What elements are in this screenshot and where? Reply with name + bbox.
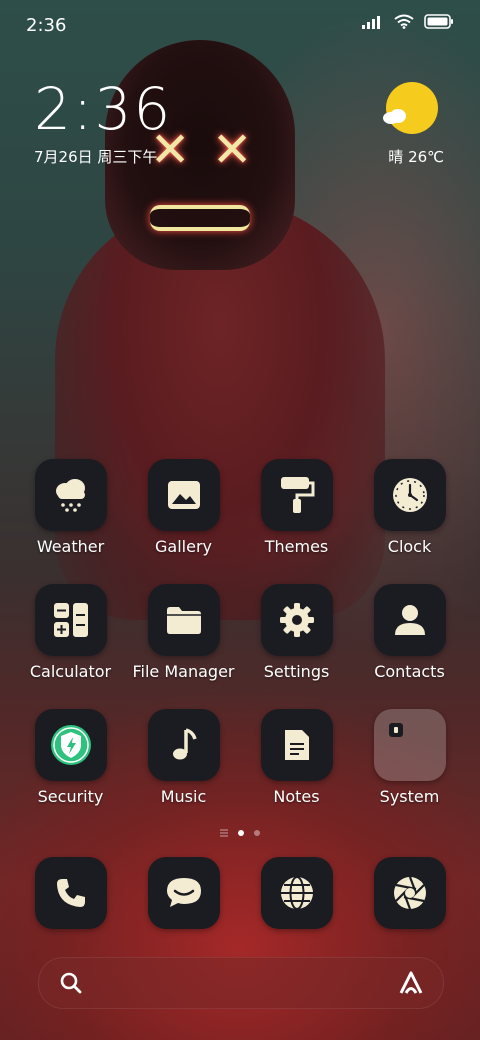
app-contacts[interactable]: Contacts [353,584,466,709]
app-drawer-icon[interactable] [220,829,228,837]
clock-date: 7月26日 周三下午 [34,148,158,166]
assistant-icon[interactable] [397,970,425,996]
app-grid: Weather Gallery Themes Clock Calculator … [14,459,466,834]
dock-phone[interactable] [14,857,127,929]
music-note-icon[interactable] [147,709,220,781]
app-label: Settings [263,662,330,681]
app-label: File Manager [132,662,235,681]
app-label: Contacts [374,662,445,681]
app-weather[interactable]: Weather [14,459,127,584]
app-music[interactable]: Music [127,709,240,834]
app-label: Music [160,787,207,806]
app-settings[interactable]: Settings [240,584,353,709]
phone-icon[interactable] [34,857,107,929]
gear-icon[interactable] [260,584,333,656]
battery-icon [424,14,453,29]
system-folder-icon[interactable] [373,709,446,781]
search-bar[interactable] [38,957,444,1009]
app-file-manager[interactable]: File Manager [127,584,240,709]
app-themes[interactable]: Themes [240,459,353,584]
app-label: Security [37,787,104,806]
wifi-icon [394,14,414,29]
app-row: Calculator File Manager Settings Contact… [14,584,466,709]
wallpaper-mask-mouth [150,205,250,231]
app-row: Weather Gallery Themes Clock [14,459,466,584]
dock-messages[interactable] [127,857,240,929]
app-label: Gallery [155,537,212,556]
weather-text: 晴 26℃ [388,148,444,166]
status-icons [362,14,454,29]
app-label: Weather [36,537,105,556]
app-gallery[interactable]: Gallery [127,459,240,584]
dock [14,857,466,929]
app-notes[interactable]: Notes [240,709,353,834]
app-label: Notes [273,787,320,806]
dock-camera[interactable] [353,857,466,929]
app-system[interactable]: System [353,709,466,834]
page-dot[interactable] [254,830,260,836]
browser-icon[interactable] [260,857,333,929]
wallpaper-mask-eye-right: ✕ [212,122,253,178]
clock-widget[interactable]: 2:36 7月26日 周三下午 [34,74,172,167]
weather-widget[interactable]: 晴 26℃ [356,82,446,167]
cloud-icon [383,109,406,124]
app-calculator[interactable]: Calculator [14,584,127,709]
clock-icon[interactable] [373,459,446,531]
messages-icon[interactable] [147,857,220,929]
shield-icon[interactable] [34,709,107,781]
clock-time: 2:36 [34,75,173,143]
camera-icon[interactable] [373,857,446,929]
page-dot-active[interactable] [238,830,244,836]
app-label: Themes [264,537,329,556]
search-icon[interactable] [59,971,83,995]
folder-icon[interactable] [147,584,220,656]
status-time: 2:36 [26,15,67,36]
sunny-partly-cloudy-icon [383,82,438,134]
app-label: Calculator [29,662,112,681]
signal-icon [362,15,380,29]
app-security[interactable]: Security [14,709,127,834]
themes-icon[interactable] [260,459,333,531]
app-label: System [379,787,440,806]
page-indicator[interactable] [0,829,480,837]
notes-icon[interactable] [260,709,333,781]
app-label: Clock [387,537,432,556]
contact-icon[interactable] [373,584,446,656]
calculator-icon[interactable] [34,584,107,656]
dock-browser[interactable] [240,857,353,929]
weather-icon[interactable] [34,459,107,531]
status-bar: 2:36 [0,0,480,50]
app-clock[interactable]: Clock [353,459,466,584]
gallery-icon[interactable] [147,459,220,531]
app-row: Security Music Notes System [14,709,466,834]
